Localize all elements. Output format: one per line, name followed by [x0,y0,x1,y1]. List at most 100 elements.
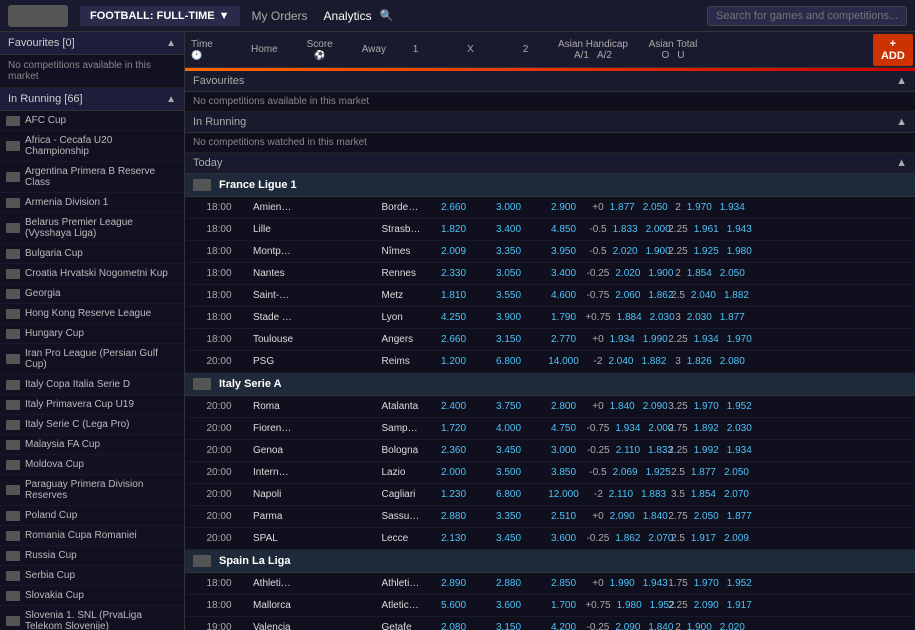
ha1[interactable]: 2.020 [611,245,640,258]
ha2[interactable]: 1.925 [644,466,673,479]
total-u[interactable]: 1.952 [725,400,754,413]
odds-1[interactable]: 2.330 [426,267,481,280]
sidebar-item[interactable]: Poland Cup [0,506,184,526]
ha2[interactable]: 2.050 [641,201,670,214]
odds-2[interactable]: 2.850 [536,577,591,590]
odds-1[interactable]: 2.009 [426,245,481,258]
odds-2[interactable]: 2.510 [536,510,591,523]
total-o[interactable]: 1.892 [692,422,721,435]
odds-x[interactable]: 3.750 [481,400,536,413]
odds-2[interactable]: 2.900 [536,201,591,214]
sidebar-favourites-header[interactable]: Favourites [0] ▲ [0,32,184,55]
odds-1[interactable]: 2.890 [426,577,481,590]
sidebar-item[interactable]: AFC Cup [0,111,184,131]
total-u[interactable]: 1.934 [718,201,747,214]
total-o[interactable]: 1.900 [685,621,714,630]
odds-x[interactable]: 3.600 [481,599,536,612]
odds-1[interactable]: 1.200 [426,355,481,368]
total-u[interactable]: 2.050 [718,267,747,280]
odds-x[interactable]: 6.800 [481,488,536,501]
total-o[interactable]: 1.992 [692,444,721,457]
total-u[interactable]: 2.070 [722,488,751,501]
ha2[interactable]: 1.840 [641,510,670,523]
total-u[interactable]: 1.943 [725,223,754,236]
total-o[interactable]: 1.854 [689,488,718,501]
odds-x[interactable]: 3.350 [481,245,536,258]
ha1[interactable]: 2.110 [607,488,635,501]
odds-1[interactable]: 1.720 [426,422,481,435]
ha1[interactable]: 1.833 [611,223,640,236]
total-o[interactable]: 1.934 [692,333,721,346]
odds-2[interactable]: 3.950 [536,245,591,258]
total-o[interactable]: 2.050 [692,510,721,523]
odds-2[interactable]: 3.000 [536,444,591,457]
odds-x[interactable]: 2.880 [481,577,536,590]
ha1[interactable]: 1.862 [613,532,642,545]
total-o[interactable]: 2.030 [685,311,714,324]
odds-1[interactable]: 1.810 [426,289,481,302]
ha1[interactable]: 1.877 [608,201,637,214]
odds-x[interactable]: 3.450 [481,532,536,545]
sidebar-item[interactable]: Africa - Cecafa U20 Championship [0,131,184,162]
odds-1[interactable]: 2.360 [426,444,481,457]
odds-1[interactable]: 1.230 [426,488,481,501]
odds-1[interactable]: 5.600 [426,599,481,612]
ha1[interactable]: 1.884 [615,311,644,324]
total-o[interactable]: 1.970 [692,400,721,413]
odds-x[interactable]: 4.000 [481,422,536,435]
odds-x[interactable]: 3.900 [481,311,536,324]
sidebar-item[interactable]: Iran Pro League (Persian Gulf Cup) [0,344,184,375]
sidebar-item[interactable]: Hungary Cup [0,324,184,344]
total-u[interactable]: 2.009 [722,532,751,545]
total-u[interactable]: 1.877 [725,510,754,523]
odds-x[interactable]: 3.050 [481,267,536,280]
ha2[interactable]: 1.882 [639,355,668,368]
football-dropdown[interactable]: FOOTBALL: FULL-TIME ▼ [80,6,240,26]
odds-1[interactable]: 2.400 [426,400,481,413]
odds-2[interactable]: 3.600 [536,532,591,545]
sidebar-item[interactable]: Italy Serie C (Lega Pro) [0,415,184,435]
total-u[interactable]: 1.877 [718,311,747,324]
sidebar-item[interactable]: Moldova Cup [0,455,184,475]
total-o[interactable]: 1.970 [685,201,714,214]
odds-1[interactable]: 2.080 [426,621,481,630]
total-o[interactable]: 1.925 [692,245,721,258]
ha2[interactable]: 1.883 [639,488,668,501]
odds-2[interactable]: 4.600 [536,289,591,302]
sidebar-item[interactable]: Serbia Cup [0,566,184,586]
total-u[interactable]: 2.050 [722,466,751,479]
odds-x[interactable]: 3.450 [481,444,536,457]
ha2[interactable]: 1.943 [641,577,670,590]
sidebar-item[interactable]: Bulgaria Cup [0,244,184,264]
ha1[interactable]: 2.090 [608,510,637,523]
odds-1[interactable]: 2.000 [426,466,481,479]
ha1[interactable]: 1.980 [615,599,644,612]
total-u[interactable]: 1.980 [725,245,754,258]
odds-1[interactable]: 1.820 [426,223,481,236]
ha1[interactable]: 1.990 [608,577,637,590]
total-u[interactable]: 1.882 [722,289,751,302]
total-o[interactable]: 1.970 [692,577,721,590]
sidebar-item[interactable]: Georgia [0,284,184,304]
odds-x[interactable]: 6.800 [481,355,536,368]
sidebar-item[interactable]: Argentina Primera B Reserve Class [0,162,184,193]
ha1[interactable]: 2.060 [613,289,642,302]
odds-1[interactable]: 2.660 [426,333,481,346]
ha1[interactable]: 1.934 [613,422,642,435]
odds-1[interactable]: 4.250 [426,311,481,324]
odds-2[interactable]: 2.800 [536,400,591,413]
sidebar-item[interactable]: Armenia Division 1 [0,193,184,213]
ha1[interactable]: 2.090 [613,621,642,630]
ha1[interactable]: 2.110 [614,444,642,457]
sidebar-item[interactable]: Slovakia Cup [0,586,184,606]
ha1[interactable]: 2.040 [606,355,635,368]
sidebar-item[interactable]: Russia Cup [0,546,184,566]
total-o[interactable]: 1.854 [685,267,714,280]
total-o[interactable]: 1.877 [689,466,718,479]
total-u[interactable]: 1.952 [725,577,754,590]
ha2[interactable]: 1.990 [641,333,670,346]
odds-2[interactable]: 3.400 [536,267,591,280]
total-u[interactable]: 2.080 [718,355,747,368]
sidebar-item[interactable]: Paraguay Primera Division Reserves [0,475,184,506]
total-u[interactable]: 1.934 [725,444,754,457]
